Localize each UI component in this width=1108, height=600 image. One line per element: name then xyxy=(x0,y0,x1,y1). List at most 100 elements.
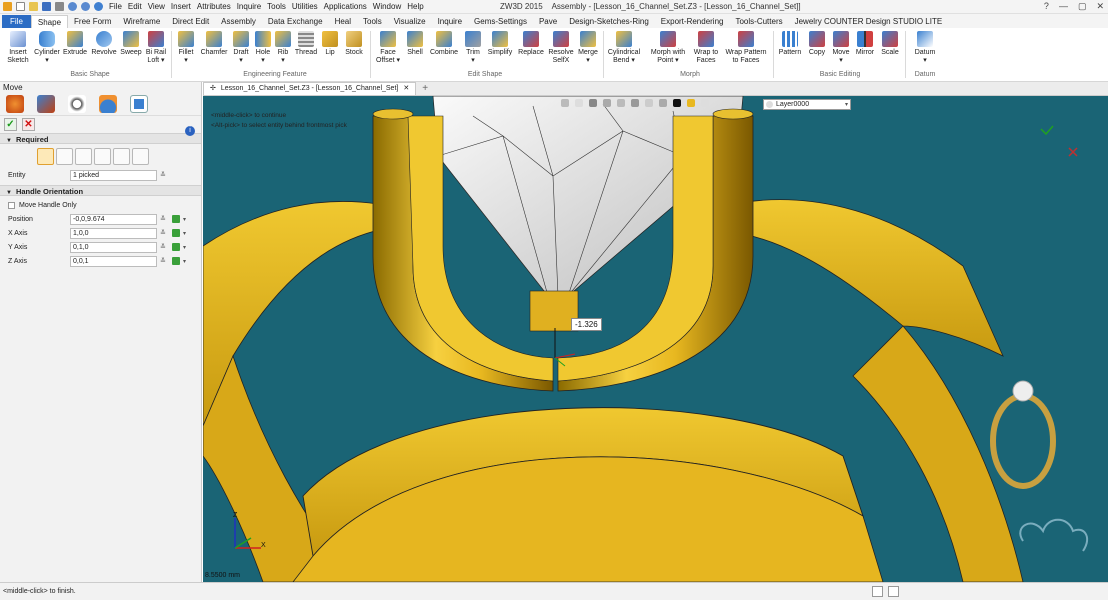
3d-viewport[interactable]: <middle-click> to continue <Alt-pick> to… xyxy=(203,96,1108,582)
color-black-icon[interactable] xyxy=(673,99,681,107)
x-axis-pick-dropdown-icon[interactable]: ▾ xyxy=(183,230,186,237)
move-command-icon[interactable] xyxy=(130,95,148,113)
x-axis-dropdown-icon[interactable]: ≚ xyxy=(160,229,166,237)
menu-view[interactable]: View xyxy=(148,2,165,11)
menu-applications[interactable]: Applications xyxy=(324,2,367,11)
cylindrical-bend-button[interactable]: Cylindrical Bend ▾ xyxy=(606,31,642,65)
replace-button[interactable]: Replace xyxy=(516,31,546,57)
tab-gems-settings[interactable]: Gems-Settings xyxy=(468,15,533,28)
tab-pave[interactable]: Pave xyxy=(533,15,563,28)
status-toggle-icon[interactable] xyxy=(872,586,883,597)
wrap-to-faces-button[interactable]: Wrap to Faces xyxy=(692,31,720,65)
menu-edit[interactable]: Edit xyxy=(128,2,142,11)
move-frame-icon[interactable] xyxy=(132,147,149,165)
print-icon[interactable] xyxy=(55,2,64,11)
extrude-button[interactable]: Extrude xyxy=(62,31,88,57)
options-icon[interactable] xyxy=(94,2,103,11)
help-icon[interactable]: ? xyxy=(1044,1,1049,12)
tab-free-form[interactable]: Free Form xyxy=(68,15,117,28)
handle-orientation-header[interactable]: ▼ Handle Orientation xyxy=(0,185,201,196)
line-style-icon[interactable] xyxy=(701,99,709,107)
chamfer-button[interactable]: Chamfer xyxy=(199,31,229,57)
position-pick-icon[interactable] xyxy=(172,215,180,223)
hole-button[interactable]: Hole ▾ xyxy=(253,31,273,65)
maximize-icon[interactable]: ▢ xyxy=(1078,1,1087,12)
move-along-direction-icon[interactable] xyxy=(75,147,92,165)
fillet-button[interactable]: Fillet ▾ xyxy=(174,31,198,65)
tab-shape[interactable]: Shape xyxy=(30,15,69,28)
x-axis-pick-icon[interactable] xyxy=(172,229,180,237)
menu-file[interactable]: File xyxy=(109,2,122,11)
tab-heal[interactable]: Heal xyxy=(329,15,357,28)
ring-model-render[interactable] xyxy=(203,96,1108,582)
lip-button[interactable]: Lip xyxy=(320,31,340,57)
render-icon[interactable] xyxy=(659,99,667,107)
move-align-icon[interactable] xyxy=(113,147,130,165)
pattern-button[interactable]: Pattern xyxy=(776,31,804,57)
position-pick-dropdown-icon[interactable]: ▾ xyxy=(183,216,186,223)
pin-icon[interactable]: ✢ xyxy=(210,83,216,95)
view-orient-icon[interactable] xyxy=(575,99,583,107)
resolve-selfx-button[interactable]: Resolve SelfX xyxy=(547,31,575,65)
menu-tools[interactable]: Tools xyxy=(267,2,286,11)
tab-export-rendering[interactable]: Export-Rendering xyxy=(655,15,730,28)
tab-tools[interactable]: Tools xyxy=(357,15,388,28)
tab-data-exchange[interactable]: Data Exchange xyxy=(262,15,329,28)
y-axis-field[interactable]: 0,1,0 xyxy=(70,241,157,253)
z-axis-pick-dropdown-icon[interactable]: ▾ xyxy=(183,258,186,265)
x-axis-field[interactable]: 1,0,0 xyxy=(70,227,157,239)
view-cube-icon[interactable] xyxy=(561,99,569,107)
bi-rail-loft-button[interactable]: Bi Rail Loft ▾ xyxy=(144,31,168,65)
merge-button[interactable]: Merge ▾ xyxy=(576,31,600,65)
datum-button[interactable]: Datum ▾ xyxy=(910,31,940,65)
view-mode-icon[interactable] xyxy=(68,95,86,113)
info-icon[interactable]: i xyxy=(185,126,195,136)
history-mode-icon[interactable] xyxy=(6,95,24,113)
y-axis-dropdown-icon[interactable]: ≚ xyxy=(160,243,166,251)
y-axis-pick-dropdown-icon[interactable]: ▾ xyxy=(183,244,186,251)
ok-checkmark-icon[interactable]: ✓ xyxy=(4,118,17,131)
menu-attributes[interactable]: Attributes xyxy=(197,2,231,11)
filter-icon[interactable] xyxy=(603,99,611,107)
face-offset-button[interactable]: Face Offset ▾ xyxy=(373,31,403,65)
insert-sketch-button[interactable]: Insert Sketch xyxy=(4,31,32,65)
undo-icon[interactable] xyxy=(68,2,77,11)
scale-button[interactable]: Scale xyxy=(879,31,901,57)
new-file-icon[interactable] xyxy=(16,2,25,11)
menu-utilities[interactable]: Utilities xyxy=(292,2,318,11)
move-handle-only-checkbox[interactable] xyxy=(8,201,15,209)
sweep-button[interactable]: Sweep xyxy=(119,31,143,57)
visual-manager-icon[interactable] xyxy=(99,95,117,113)
entity-dropdown-icon[interactable]: ≚ xyxy=(160,171,166,179)
trim-button[interactable]: Trim ▾ xyxy=(462,31,484,65)
tab-wireframe[interactable]: Wireframe xyxy=(117,15,166,28)
move-rotate-icon[interactable] xyxy=(94,147,111,165)
tab-design-sketches-ring[interactable]: Design-Sketches-Ring xyxy=(563,15,655,28)
required-section-header[interactable]: ▼ Required xyxy=(0,133,201,144)
z-axis-field[interactable]: 0,0,1 xyxy=(70,255,157,267)
shell-button[interactable]: Shell xyxy=(404,31,426,57)
z-axis-dropdown-icon[interactable]: ≚ xyxy=(160,257,166,265)
cylinder-button[interactable]: Cylinder ▾ xyxy=(33,31,61,65)
grid-icon[interactable] xyxy=(631,99,639,107)
open-folder-icon[interactable] xyxy=(29,2,38,11)
pick-icon[interactable] xyxy=(617,99,625,107)
move-button[interactable]: Move ▾ xyxy=(830,31,852,65)
menu-help[interactable]: Help xyxy=(407,2,423,11)
entity-field[interactable]: 1 picked xyxy=(70,169,157,181)
save-icon[interactable] xyxy=(42,2,51,11)
tab-file[interactable]: File xyxy=(2,15,31,28)
tab-visualize[interactable]: Visualize xyxy=(388,15,432,28)
revolve-button[interactable]: Revolve xyxy=(90,31,118,57)
shade-mode-icon[interactable] xyxy=(589,99,597,107)
thread-button[interactable]: Thread xyxy=(293,31,319,57)
color-gold-icon[interactable] xyxy=(687,99,695,107)
layer-dropdown[interactable]: Layer0000 ▾ xyxy=(763,99,851,110)
close-icon[interactable]: ✕ xyxy=(1096,1,1104,12)
morph-with-point-button[interactable]: Morph with Point ▾ xyxy=(648,31,688,65)
rib-button[interactable]: Rib ▾ xyxy=(274,31,292,65)
add-tab-icon[interactable]: + xyxy=(422,83,428,94)
combine-button[interactable]: Combine xyxy=(427,31,461,57)
menu-insert[interactable]: Insert xyxy=(171,2,191,11)
simplify-button[interactable]: Simplify xyxy=(485,31,515,57)
